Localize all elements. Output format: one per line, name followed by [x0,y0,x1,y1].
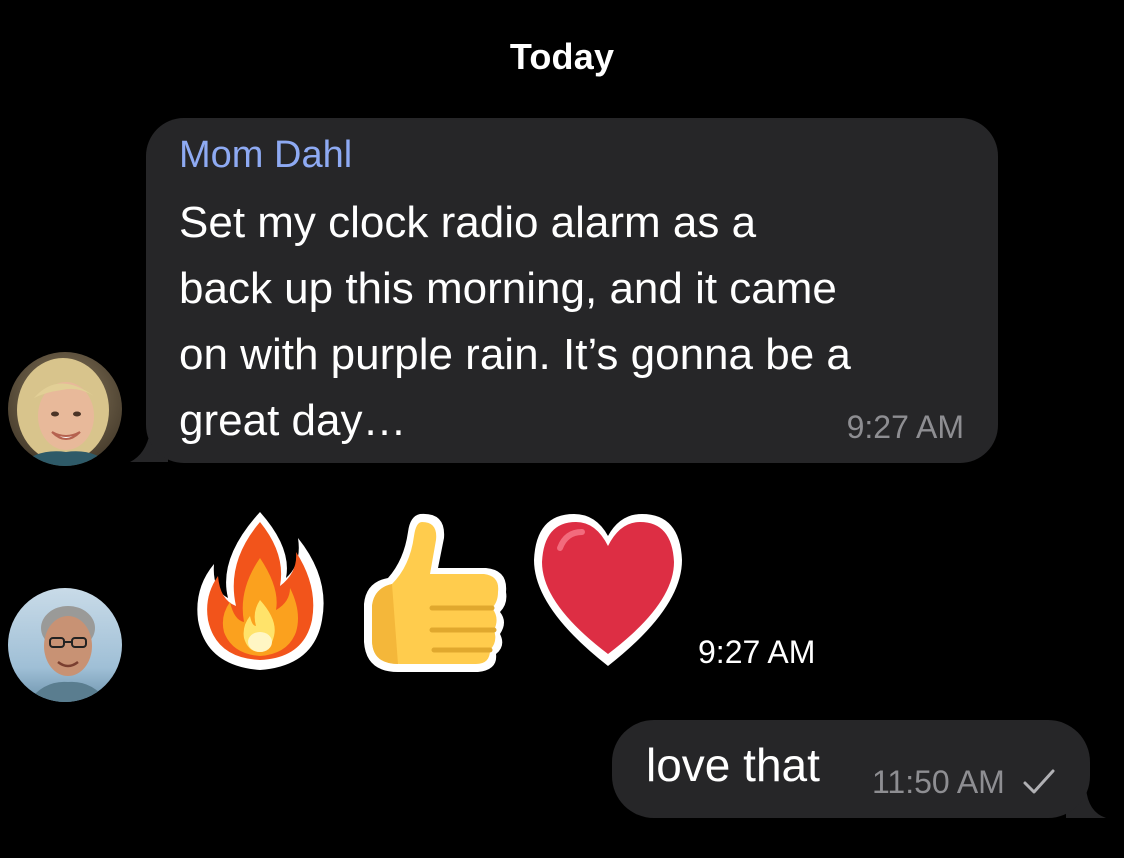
avatar-photo-woman [8,352,122,466]
emoji-message[interactable] [190,508,700,678]
checkmark-icon [1023,769,1055,794]
emoji-message-timestamp: 9:27 AM [698,634,816,670]
avatar-photo-man [8,588,122,702]
date-header: Today [509,36,615,77]
sender-avatar-mom[interactable] [8,352,122,466]
message-timestamp: 9:27 AM [846,409,964,445]
outgoing-message-bubble[interactable]: love that 11:50 AM [612,720,1090,818]
incoming-message-bubble[interactable]: Mom Dahl Set my clock radio alarm as a b… [146,118,998,463]
outgoing-message-timestamp: 11:50 AM [872,764,1005,800]
thumbs-up-emoji [364,513,507,672]
fire-emoji [197,512,324,670]
red-heart-emoji [534,514,682,666]
outgoing-message-text: love that [646,739,820,791]
sender-name[interactable]: Mom Dahl [179,136,352,174]
sender-avatar-dad[interactable] [8,588,122,702]
